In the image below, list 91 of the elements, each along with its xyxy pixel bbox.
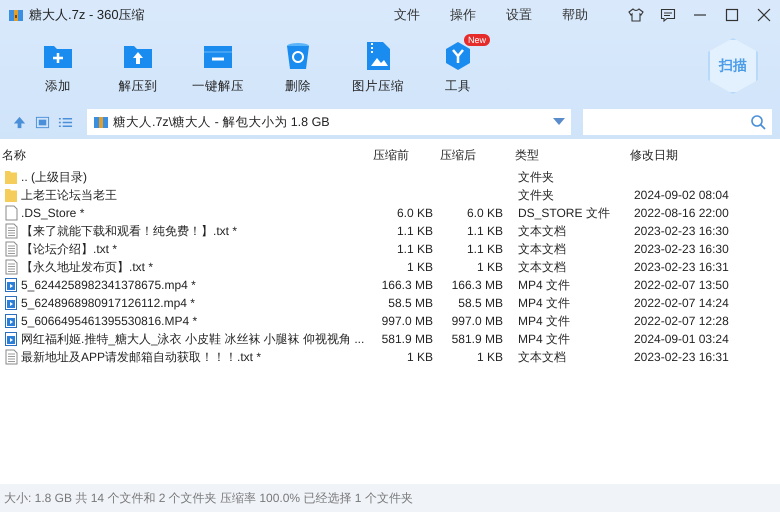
archive-icon: [8, 7, 24, 23]
column-header[interactable]: 修改日期: [630, 146, 750, 164]
date-cell: 2023-02-23 16:31: [634, 260, 729, 274]
menu-item[interactable]: 操作: [450, 6, 476, 24]
packed-size-cell: 1 KB: [476, 260, 503, 274]
column-header[interactable]: 压缩后: [440, 146, 510, 164]
packed-size-cell: 581.9 MB: [452, 332, 503, 346]
date-cell: 2022-02-07 13:50: [634, 278, 729, 292]
size-cell: 1 KB: [406, 260, 433, 274]
packed-size-cell: 1 KB: [476, 350, 503, 364]
size-cell: 1.1 KB: [396, 242, 433, 256]
toolbar-button[interactable]: 解压到: [98, 30, 178, 95]
date-cell: 2023-02-23 16:31: [634, 350, 729, 364]
maximize-icon[interactable]: [724, 7, 740, 23]
packed-size-cell: 6.0 KB: [466, 206, 503, 220]
size-cell: 997.0 MB: [382, 314, 433, 328]
close-icon[interactable]: [756, 7, 772, 23]
text-file-icon: [4, 241, 18, 257]
file-name[interactable]: 网红福利姬.推特_糖大人_泳衣 小皮鞋 冰丝袜 小腿袜 仰视视角 ...: [21, 330, 364, 348]
video-file-icon: [4, 313, 18, 329]
packed-size-cell: 1.1 KB: [466, 242, 503, 256]
size-cell: 1 KB: [406, 350, 433, 364]
file-name[interactable]: 5_6244258982341378675.mp4 *: [21, 278, 196, 292]
up-arrow-icon[interactable]: [12, 114, 27, 130]
type-cell: MP4 文件: [518, 278, 570, 292]
video-file-icon: [4, 295, 18, 311]
text-file-icon: [4, 349, 18, 365]
file-name[interactable]: .DS_Store *: [21, 206, 84, 220]
file-icon: [4, 205, 18, 221]
type-cell: 文件夹: [518, 170, 554, 184]
type-cell: MP4 文件: [518, 296, 570, 310]
video-file-icon: [4, 277, 18, 293]
column-header[interactable]: 压缩前: [370, 146, 440, 164]
video-file-icon: [4, 331, 18, 347]
size-cell: 581.9 MB: [382, 332, 433, 346]
packed-size-cell: 166.3 MB: [452, 278, 503, 292]
search-field[interactable]: [583, 109, 772, 135]
date-cell: 2022-08-16 22:00: [634, 206, 729, 220]
type-cell: DS_STORE 文件: [518, 206, 610, 220]
type-cell: 文本文档: [518, 242, 566, 256]
packed-size-cell: 997.0 MB: [452, 314, 503, 328]
file-name[interactable]: .. (上级目录): [21, 168, 87, 186]
type-cell: 文本文档: [518, 350, 566, 364]
window-title: 糖大人.7z - 360压缩: [29, 6, 145, 24]
type-cell: 文件夹: [518, 188, 554, 202]
column-header[interactable]: 名称: [0, 146, 370, 164]
menu-item[interactable]: 文件: [394, 6, 420, 24]
new-badge: New: [464, 34, 490, 46]
packed-size-cell: 1.1 KB: [466, 224, 503, 238]
folder-icon: [4, 187, 18, 203]
toolbar-button[interactable]: 删除: [258, 30, 338, 95]
toolbar-button[interactable]: 添加: [18, 30, 98, 95]
date-cell: 2024-09-02 08:04: [634, 188, 729, 202]
size-cell: 6.0 KB: [396, 206, 433, 220]
folder-icon: [4, 169, 18, 185]
size-cell: 1.1 KB: [396, 224, 433, 238]
status-bar: 大小: 1.8 GB 共 14 个文件和 2 个文件夹 压缩率 100.0% 已经选择 1 个文件夹: [0, 484, 780, 512]
panel-view-icon[interactable]: [35, 114, 50, 130]
search-icon[interactable]: [750, 114, 766, 130]
toolbar-button[interactable]: New 工具: [418, 30, 498, 95]
dropdown-icon[interactable]: [553, 118, 565, 126]
date-cell: 2022-02-07 12:28: [634, 314, 729, 328]
archive-icon: [93, 114, 109, 130]
type-cell: 文本文档: [518, 224, 566, 238]
date-cell: 2024-09-01 03:24: [634, 332, 729, 346]
toolbar-button[interactable]: 一键解压: [178, 30, 258, 95]
packed-size-cell: 58.5 MB: [458, 296, 503, 310]
date-cell: 2023-02-23 16:30: [634, 242, 729, 256]
file-name[interactable]: 【论坛介绍】.txt *: [21, 240, 118, 258]
date-cell: 2022-02-07 14:24: [634, 296, 729, 310]
type-cell: MP4 文件: [518, 332, 570, 346]
menu-item[interactable]: 设置: [506, 6, 532, 24]
shirt-icon[interactable]: [628, 7, 644, 23]
file-name[interactable]: 最新地址及APP请发邮箱自动获取！！！.txt *: [21, 348, 262, 366]
file-name[interactable]: 5_6248968980917126112.mp4 *: [21, 296, 195, 310]
date-cell: 2023-02-23 16:30: [634, 224, 729, 238]
file-name[interactable]: 5_6066495461395530816.MP4 *: [21, 314, 198, 328]
toolbar-button[interactable]: 图片压缩: [338, 30, 418, 95]
file-name[interactable]: 【永久地址发布页】.txt *: [21, 258, 154, 276]
size-cell: 58.5 MB: [388, 296, 433, 310]
type-cell: 文本文档: [518, 260, 566, 274]
file-name[interactable]: 上老王论坛当老王: [21, 186, 117, 204]
type-cell: MP4 文件: [518, 314, 570, 328]
text-file-icon: [4, 223, 18, 239]
text-file-icon: [4, 259, 18, 275]
menu-item[interactable]: 帮助: [562, 6, 588, 24]
path-field[interactable]: 糖大人.7z\糖大人 - 解包大小为 1.8 GB: [87, 109, 571, 135]
file-name[interactable]: 【来了就能下载和观看！纯免费！】.txt *: [21, 222, 238, 240]
size-cell: 166.3 MB: [382, 278, 433, 292]
column-header[interactable]: 类型: [510, 146, 630, 164]
feedback-icon[interactable]: [660, 7, 676, 23]
